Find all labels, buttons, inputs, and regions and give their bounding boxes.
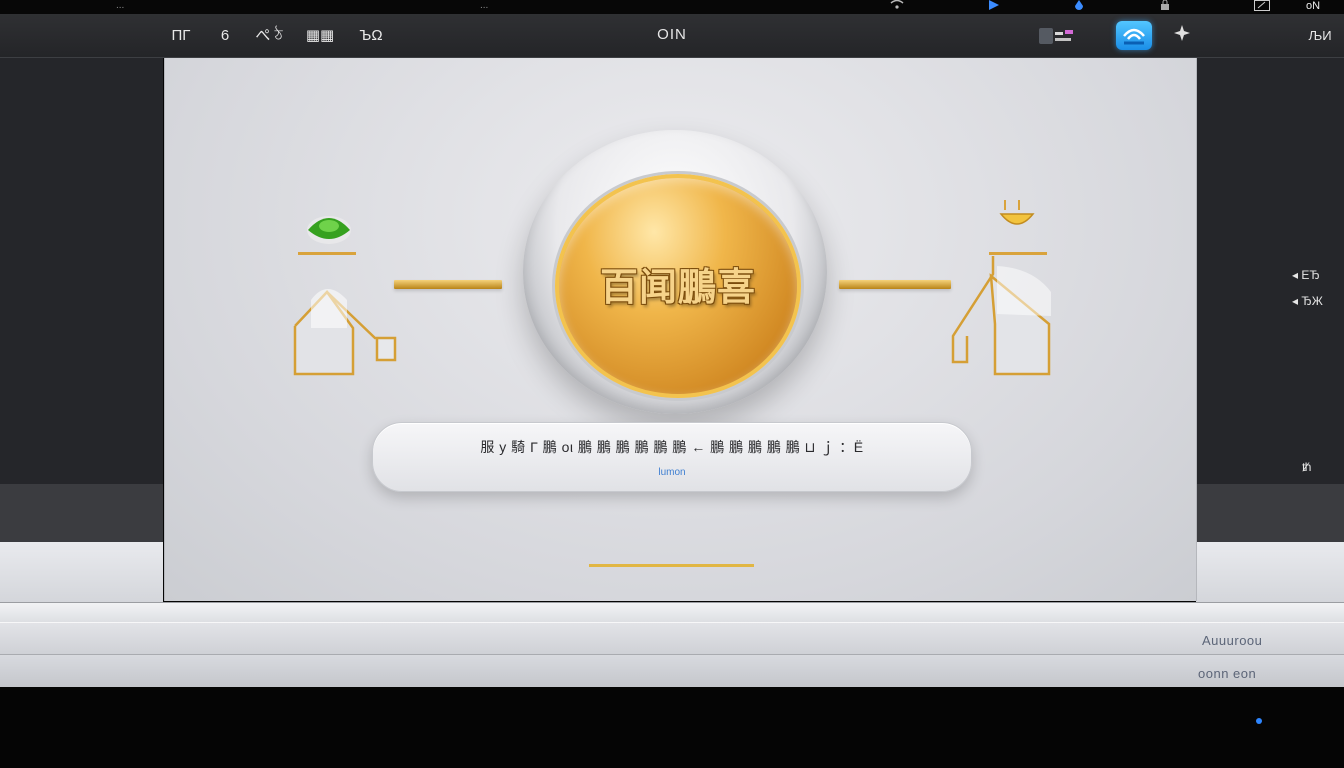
left-lower-panel bbox=[0, 484, 163, 542]
drop-icon bbox=[1074, 0, 1084, 12]
edit-icon[interactable] bbox=[1254, 0, 1270, 12]
toolbar-button-layout-label: ЪΩ bbox=[359, 27, 383, 44]
right-gold-bar bbox=[839, 280, 951, 289]
status-center-text: ... bbox=[480, 0, 489, 11]
wifi-icon bbox=[1123, 28, 1145, 45]
info-card: 服 y 騎 Γ 鵬 οι 鵬 鵬 鵬 鵬 鵬 鵬 ← 鵬 鵬 鵬 鵬 鵬 ⊔ ｊ… bbox=[372, 422, 972, 492]
coin-face: 百闻鵬喜 bbox=[555, 174, 801, 398]
side-item-2-label: ЂЖ bbox=[1301, 294, 1323, 308]
footer-line-1: Auuuroou bbox=[1202, 633, 1263, 648]
toolbar-button-tools[interactable]: ぺ ঠ bbox=[250, 24, 288, 48]
left-light-panel bbox=[0, 542, 163, 602]
toolbar-button-view-label: ▦▦ bbox=[305, 27, 335, 44]
wifi-button[interactable] bbox=[1116, 21, 1152, 50]
info-link[interactable]: lumon bbox=[373, 467, 971, 478]
toolbar-title: OIN bbox=[657, 26, 687, 43]
toolbar-right-label[interactable]: ЉИ bbox=[1300, 24, 1340, 48]
side-item-1[interactable]: ◂ ЕЂ bbox=[1292, 268, 1320, 282]
play-icon[interactable] bbox=[988, 0, 1000, 12]
toolbar-button-grid-label: ΠΓ bbox=[171, 27, 191, 44]
bottom-bar-1 bbox=[0, 602, 1344, 623]
side-bottom-label[interactable]: ᵺ bbox=[1302, 460, 1311, 474]
right-house-icon bbox=[951, 200, 1051, 376]
right-light-panel bbox=[1196, 542, 1344, 602]
coin-badge: 百闻鵬喜 bbox=[523, 130, 827, 414]
left-panel bbox=[0, 58, 163, 484]
indicator-dot-icon bbox=[1256, 718, 1262, 724]
toolbar-button-refresh-label: 6 bbox=[220, 27, 230, 44]
wifi-icon bbox=[890, 0, 904, 12]
bottom-bar-3: oonn eon bbox=[0, 654, 1344, 688]
coin-text: 百闻鵬喜 bbox=[599, 265, 756, 309]
toolbar-button-tools-label: ぺ ঠ bbox=[255, 27, 283, 44]
triangle-left-icon: ◂ bbox=[1292, 294, 1299, 308]
main-canvas: 百闻鵬喜 服 y 騎 Γ 鵬 οι 鵬 鵬 鵬 鵬 鵬 鵬 ← 鵬 鵬 鵬 鵬 … bbox=[164, 58, 1197, 601]
side-item-2[interactable]: ◂ ЂЖ bbox=[1292, 294, 1323, 308]
toolbar-button-grid[interactable]: ΠΓ bbox=[166, 24, 196, 48]
status-left-text: ... bbox=[116, 0, 125, 11]
toolbar-button-layout[interactable]: ЪΩ bbox=[352, 24, 390, 48]
bottom-bar-2: Auuuroou bbox=[0, 622, 1344, 654]
left-gold-bar bbox=[394, 280, 502, 289]
side-item-1-label: ЕЂ bbox=[1301, 268, 1320, 282]
star-icon[interactable] bbox=[1170, 24, 1194, 48]
toolbar: ΠΓ 6 ぺ ঠ ▦▦ ЪΩ OIN ЉИ bbox=[0, 14, 1344, 58]
info-text: 服 y 騎 Γ 鵬 οι 鵬 鵬 鵬 鵬 鵬 鵬 ← 鵬 鵬 鵬 鵬 鵬 ⊔ ｊ… bbox=[480, 439, 864, 455]
gold-underline bbox=[589, 564, 754, 567]
media-icon[interactable] bbox=[1036, 24, 1078, 48]
footer-line-2: oonn eon bbox=[1198, 666, 1257, 681]
right-lower-panel bbox=[1196, 484, 1344, 542]
left-house-icon bbox=[293, 216, 397, 376]
bottom-black-area bbox=[0, 687, 1344, 768]
triangle-left-icon: ◂ bbox=[1292, 268, 1299, 282]
status-strip: ... ... oN bbox=[0, 0, 1344, 14]
toolbar-button-view[interactable]: ▦▦ bbox=[304, 24, 336, 48]
toolbar-button-refresh[interactable]: 6 bbox=[212, 24, 238, 48]
right-panel: ◂ ЕЂ ◂ ЂЖ ᵺ bbox=[1196, 58, 1344, 484]
status-right-text: oN bbox=[1306, 0, 1321, 12]
lock-icon bbox=[1160, 0, 1170, 12]
